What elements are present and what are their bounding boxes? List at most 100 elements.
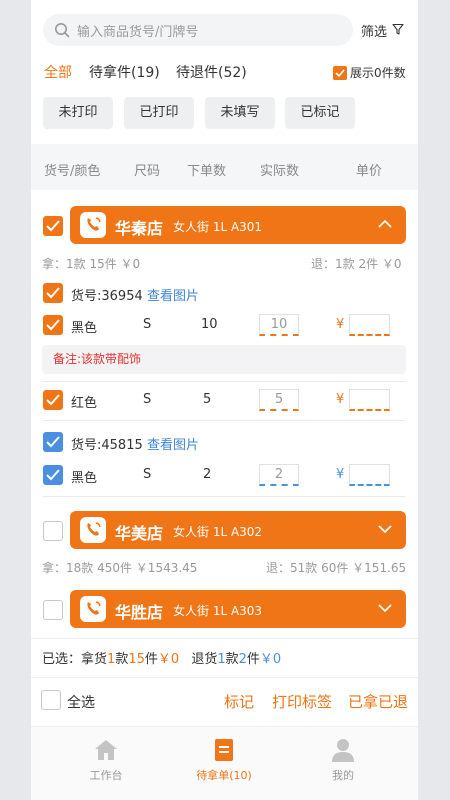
yen-symbol: ¥ (336, 467, 345, 482)
col-unit-price: 单价 (356, 164, 383, 179)
actual-qty-input[interactable]: 5 (259, 389, 299, 411)
store-checkbox[interactable] (43, 216, 63, 236)
yen-symbol: ¥ (336, 317, 345, 332)
row-color: 黑色 (71, 471, 98, 486)
row-size: S (143, 317, 152, 332)
unit-price-input[interactable] (349, 389, 390, 411)
show-zero-checkbox[interactable] (333, 66, 347, 80)
yen-symbol: ¥ (336, 392, 345, 407)
store-header[interactable]: 华美店 女人街 1L A302 (70, 511, 406, 549)
row-checkbox[interactable] (43, 390, 63, 410)
summary-return-amount: ￥0 (259, 652, 282, 667)
summary-kuan-unit: 款 (225, 652, 239, 667)
summary-take-label: 拿货 (81, 652, 108, 667)
chevron-up-icon[interactable] (378, 219, 392, 229)
tab-profile[interactable]: 我的 (303, 737, 383, 783)
print-label-button[interactable]: 打印标签 (272, 691, 332, 712)
item-checkbox[interactable] (43, 432, 63, 452)
chevron-down-icon[interactable] (378, 524, 392, 534)
right-margin (418, 0, 450, 800)
phone-icon (80, 596, 106, 622)
filter-button[interactable]: 筛选 (361, 21, 387, 40)
app-screen: 输入商品货号/门牌号 筛选 全部 待拿件(19) 待退件(52) 展示0件数 未… (31, 0, 418, 800)
row-color: 红色 (71, 396, 98, 411)
view-image-link[interactable]: 查看图片 (147, 434, 199, 453)
summary-jian-unit: 件 (144, 652, 158, 667)
summary-jian-unit: 件 (246, 652, 260, 667)
tab-pending-take[interactable]: 待拿件(19) (89, 62, 160, 82)
row-size: S (143, 467, 152, 482)
search-row: 输入商品货号/门牌号 筛选 (43, 12, 408, 48)
search-input[interactable]: 输入商品货号/门牌号 (43, 14, 353, 46)
summary-prefix: 已选： (42, 652, 82, 667)
store-checkbox[interactable] (43, 600, 63, 620)
store-header[interactable]: 华胜店 女人街 1L A303 (70, 590, 406, 628)
tab-workbench[interactable]: 工作台 (66, 737, 146, 783)
row-ordered: 5 (203, 392, 212, 407)
summary-text: 已选：拿货1款15件￥0 退货1款2件￥0 (42, 648, 281, 667)
select-all-label[interactable]: 全选 (67, 692, 95, 712)
search-placeholder: 输入商品货号/门牌号 (77, 25, 199, 40)
action-bar: 全选 标记 打印标签 已拿已退 (31, 677, 418, 723)
row-checkbox[interactable] (43, 315, 63, 335)
order-icon (215, 739, 233, 761)
row-ordered: 2 (203, 467, 212, 482)
taken-returned-button[interactable]: 已拿已退 (348, 691, 408, 712)
summary-take-jian: 15 (128, 652, 145, 667)
tab-orders[interactable]: 待拿单(10) (184, 737, 264, 783)
return-stat: 退：1款 2件 ￥0 (311, 257, 402, 271)
col-ordered: 下单数 (187, 164, 227, 179)
divider (42, 496, 406, 497)
left-margin (0, 0, 31, 800)
selection-summary: 已选：拿货1款15件￥0 退货1款2件￥0 (31, 638, 418, 674)
divider (42, 381, 406, 382)
bottom-tabbar: 工作台 待拿单(10) 我的 (31, 726, 418, 800)
col-actual: 实际数 (260, 164, 300, 179)
funnel-icon[interactable] (392, 23, 404, 35)
user-icon (332, 739, 354, 762)
summary-return-jian: 2 (238, 652, 247, 667)
chip-unfilled[interactable]: 未填写 (205, 97, 275, 129)
col-size: 尺码 (134, 164, 161, 179)
return-stat: 退：51款 60件 ￥151.65 (266, 561, 407, 575)
store-address: 女人街 1L A301 (173, 220, 263, 234)
store-checkbox[interactable] (43, 521, 63, 541)
tab-pending-return[interactable]: 待退件(52) (176, 62, 247, 82)
unit-price-input[interactable] (349, 314, 390, 336)
item-sku: 货号:45815 (71, 438, 143, 453)
take-stat: 拿：1款 15件 ￥0 (42, 257, 141, 271)
item-note: 备注:该款带配饰 (42, 345, 406, 374)
summary-take-amount: ￥0 (157, 652, 180, 667)
row-ordered: 10 (201, 317, 218, 332)
row-color: 黑色 (71, 321, 98, 336)
store-header[interactable]: 华秦店 女人街 1L A301 (70, 206, 406, 244)
col-sku-color: 货号/颜色 (44, 164, 101, 179)
chip-unprinted[interactable]: 未打印 (43, 97, 113, 129)
tab-all[interactable]: 全部 (44, 62, 72, 82)
item-sku: 货号:36954 (71, 289, 143, 304)
divider (42, 420, 406, 421)
tab-profile-label: 我的 (332, 769, 354, 782)
chevron-down-icon[interactable] (378, 603, 392, 613)
show-zero-toggle[interactable]: 展示0件数 (333, 64, 406, 81)
summary-return-kuan: 1 (217, 652, 226, 667)
select-all-checkbox[interactable] (41, 690, 61, 710)
actual-qty-input[interactable]: 10 (259, 314, 299, 336)
unit-price-input[interactable] (349, 464, 390, 486)
mark-button[interactable]: 标记 (224, 691, 254, 712)
actual-qty-input[interactable]: 2 (259, 464, 299, 486)
row-size: S (143, 392, 152, 407)
phone-icon (80, 212, 106, 238)
summary-kuan-unit: 款 (115, 652, 129, 667)
phone-icon (80, 517, 106, 543)
chip-printed[interactable]: 已打印 (124, 97, 194, 129)
item-checkbox[interactable] (43, 283, 63, 303)
show-zero-label: 展示0件数 (350, 66, 406, 80)
chip-marked[interactable]: 已标记 (285, 97, 355, 129)
home-icon (95, 740, 117, 760)
tab-workbench-label: 工作台 (89, 769, 123, 782)
column-header: 货号/颜色 尺码 下单数 实际数 单价 (31, 144, 418, 190)
store-name: 华秦店 (115, 219, 164, 238)
row-checkbox[interactable] (43, 465, 63, 485)
view-image-link[interactable]: 查看图片 (147, 285, 199, 304)
